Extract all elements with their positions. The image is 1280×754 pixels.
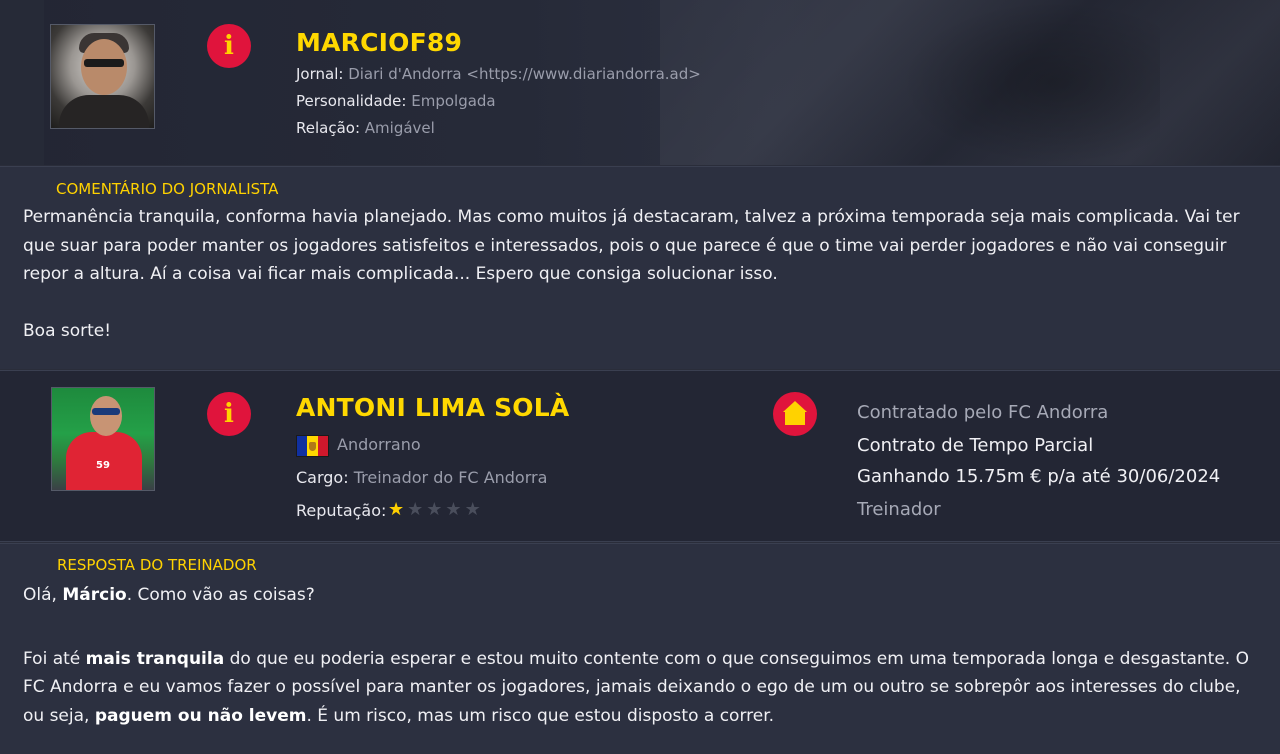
comment-line: Permanência tranquila, conforma havia pl…	[23, 207, 1240, 227]
coach-reply-text: Olá, Márcio. Como vão as coisas? Foi até…	[23, 581, 1249, 730]
comment-spacer	[23, 289, 1240, 318]
comment-line: repor a altura. Aí a coisa vai ficar mai…	[23, 264, 778, 284]
contract-salary: Ganhando 15.75m € p/a até 30/06/2024	[857, 466, 1221, 487]
coach-info-icon[interactable]: i	[207, 392, 251, 436]
comment-line: Boa sorte!	[23, 321, 112, 341]
journalist-comment-panel: COMENTÁRIO DO JORNALISTA Permanência tra…	[0, 166, 1280, 369]
relation-value: Amigável	[364, 119, 435, 137]
contract-club[interactable]: Contratado pelo FC Andorra	[857, 402, 1108, 423]
coach-header	[0, 370, 1280, 542]
coach-reputation: Reputação:	[296, 501, 386, 520]
journalist-name[interactable]: MARCIOF89	[296, 28, 462, 57]
home-icon[interactable]	[773, 392, 817, 436]
photo-body	[59, 95, 149, 128]
photo-shirt-number: 59	[96, 460, 110, 471]
reputation-stars: ★ ★ ★ ★ ★	[388, 500, 481, 520]
reputation-label: Reputação:	[296, 501, 387, 520]
coach-reply-heading: RESPOSTA DO TREINADOR	[57, 556, 257, 574]
header-background-shade	[900, 0, 1160, 165]
star-icon: ★	[445, 499, 462, 520]
journalist-relation: Relação: Amigável	[296, 119, 435, 137]
journalist-info-icon[interactable]: i	[207, 24, 251, 68]
journalist-photo[interactable]	[50, 24, 155, 129]
relation-label: Relação:	[296, 119, 361, 137]
reply-line: Foi até mais tranquila do que eu poderia…	[23, 648, 1249, 669]
star-icon: ★	[464, 499, 481, 520]
photo-head	[81, 39, 127, 95]
coach-photo[interactable]: 59	[51, 387, 155, 491]
contract-type: Contrato de Tempo Parcial	[857, 435, 1094, 456]
reply-line: ou seja, paguem ou não levem. É um risco…	[23, 705, 775, 726]
press-conference-view: i MARCIOF89 Jornal: Diari d'Andorra <htt…	[0, 0, 1280, 754]
reply-greeting: Olá, Márcio. Como vão as coisas?	[23, 585, 315, 605]
photo-glasses	[84, 59, 124, 67]
star-icon: ★	[407, 499, 424, 520]
coach-name[interactable]: ANTONI LIMA SOLÀ	[296, 393, 569, 422]
contract-role: Treinador	[857, 499, 941, 520]
role-label: Cargo:	[296, 468, 349, 487]
journalist-newspaper: Jornal: Diari d'Andorra <https://www.dia…	[296, 65, 701, 83]
comment-line: que suar para poder manter os jogadores …	[23, 235, 1227, 256]
coach-role: Cargo: Treinador do FC Andorra	[296, 468, 547, 487]
star-icon: ★	[426, 499, 443, 520]
coach-reply-panel: RESPOSTA DO TREINADOR Olá, Márcio. Como …	[0, 543, 1280, 754]
reply-spacer	[23, 610, 1249, 645]
photo-glasses	[92, 408, 120, 415]
left-strip	[0, 0, 44, 165]
newspaper-label: Jornal:	[296, 65, 344, 83]
personality-value: Empolgada	[411, 92, 496, 110]
reply-line: FC Andorra e eu vamos fazer o possível p…	[23, 677, 1241, 697]
role-value[interactable]: Treinador do FC Andorra	[354, 468, 548, 487]
coach-nationality[interactable]: Andorrano	[337, 435, 421, 454]
journalist-comment-text: Permanência tranquila, conforma havia pl…	[23, 203, 1240, 346]
journalist-personality: Personalidade: Empolgada	[296, 92, 496, 110]
nationality-value[interactable]: Andorrano	[337, 435, 421, 454]
star-icon: ★	[388, 499, 405, 520]
journalist-comment-heading: COMENTÁRIO DO JORNALISTA	[56, 180, 279, 198]
photo-head	[90, 396, 122, 436]
personality-label: Personalidade:	[296, 92, 407, 110]
andorra-flag-icon	[296, 435, 329, 457]
newspaper-value[interactable]: Diari d'Andorra <https://www.diariandorr…	[348, 65, 701, 83]
